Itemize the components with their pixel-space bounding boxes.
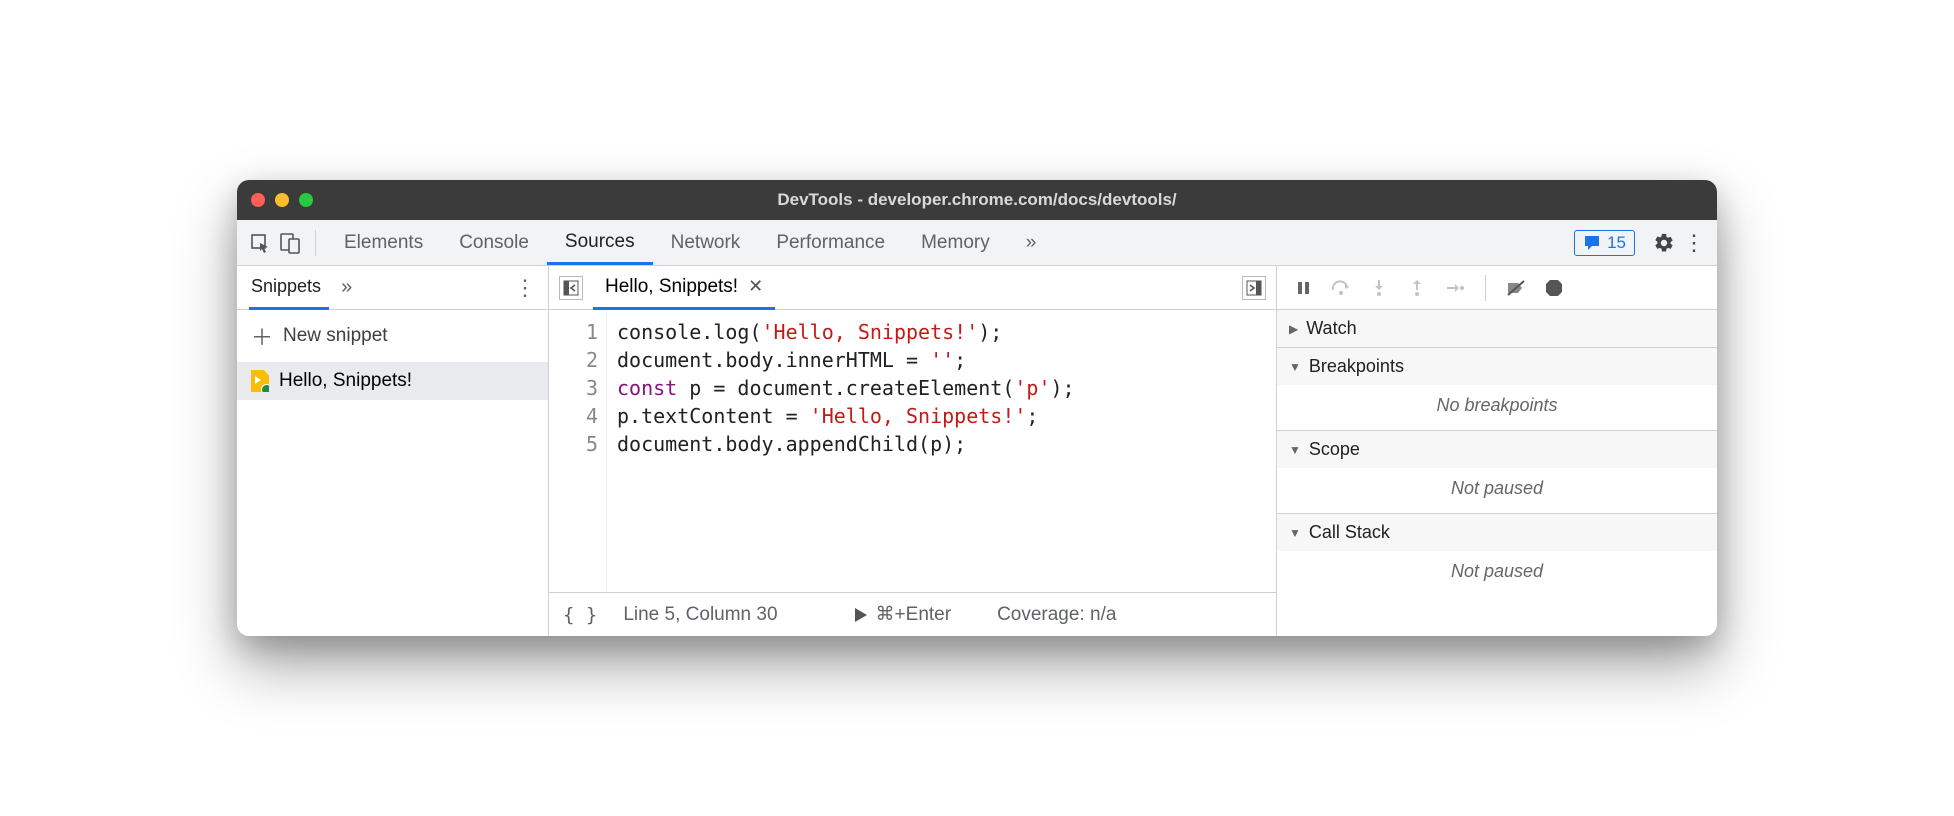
- code-content: console.log('Hello, Snippets!'); documen…: [607, 310, 1075, 592]
- tab-performance[interactable]: Performance: [758, 221, 903, 265]
- issues-icon: [1583, 234, 1601, 252]
- step-icon[interactable]: [1443, 276, 1467, 300]
- collapse-icon: ▼: [1289, 443, 1301, 457]
- editor-toolbar: Hello, Snippets! ✕: [549, 266, 1276, 310]
- traffic-lights: [251, 193, 313, 207]
- sources-panel: Snippets » ⋮ ＋ New snippet Hello, Snippe…: [237, 266, 1717, 636]
- scope-header[interactable]: ▼Scope: [1277, 431, 1717, 468]
- expand-icon: ▶: [1289, 322, 1298, 336]
- close-window-button[interactable]: [251, 193, 265, 207]
- snippet-file-icon: [251, 370, 269, 392]
- run-shortcut: ⌘+Enter: [876, 603, 952, 626]
- window-title: DevTools - developer.chrome.com/docs/dev…: [777, 190, 1176, 210]
- navigator-tabs: Snippets » ⋮: [237, 266, 548, 310]
- line-number: 5: [549, 430, 598, 458]
- tab-snippets[interactable]: Snippets: [249, 266, 329, 310]
- step-out-icon[interactable]: [1405, 276, 1429, 300]
- line-number: 4: [549, 402, 598, 430]
- code-editor[interactable]: 1 2 3 4 5 console.log('Hello, Snippets!'…: [549, 310, 1276, 592]
- tab-elements[interactable]: Elements: [326, 221, 441, 265]
- breakpoints-body: No breakpoints: [1277, 385, 1717, 430]
- callstack-section: ▼Call Stack Not paused: [1277, 514, 1717, 596]
- editor-file-tab[interactable]: Hello, Snippets! ✕: [593, 266, 775, 310]
- devtools-window: DevTools - developer.chrome.com/docs/dev…: [237, 180, 1717, 636]
- step-over-icon[interactable]: [1329, 276, 1353, 300]
- separator: [1485, 275, 1486, 301]
- panel-tabs: Elements Console Sources Network Perform…: [326, 221, 1054, 265]
- issues-button[interactable]: 15: [1574, 230, 1635, 256]
- more-navigator-tabs-icon[interactable]: »: [341, 276, 352, 299]
- line-gutter: 1 2 3 4 5: [549, 310, 607, 592]
- close-tab-icon[interactable]: ✕: [748, 276, 763, 297]
- watch-section: ▶Watch: [1277, 310, 1717, 348]
- tab-network[interactable]: Network: [653, 221, 759, 265]
- debugger-toolbar: [1277, 266, 1717, 310]
- more-tabs-icon[interactable]: »: [1008, 221, 1055, 265]
- callstack-header[interactable]: ▼Call Stack: [1277, 514, 1717, 551]
- separator: [315, 230, 316, 256]
- editor-file-name: Hello, Snippets!: [605, 276, 738, 298]
- inspect-element-icon[interactable]: [245, 228, 275, 258]
- issues-count: 15: [1607, 233, 1626, 253]
- breakpoints-header[interactable]: ▼Breakpoints: [1277, 348, 1717, 385]
- play-icon: [854, 607, 868, 623]
- toggle-device-toolbar-icon[interactable]: [275, 228, 305, 258]
- callstack-body: Not paused: [1277, 551, 1717, 596]
- coverage-status: Coverage: n/a: [997, 604, 1116, 626]
- tab-memory[interactable]: Memory: [903, 221, 1008, 265]
- new-snippet-label: New snippet: [283, 325, 388, 347]
- scope-body: Not paused: [1277, 468, 1717, 513]
- watch-header[interactable]: ▶Watch: [1277, 310, 1717, 347]
- main-toolbar: Elements Console Sources Network Perform…: [237, 220, 1717, 266]
- cursor-position: Line 5, Column 30: [623, 604, 777, 626]
- zoom-window-button[interactable]: [299, 193, 313, 207]
- navigator-more-icon[interactable]: ⋮: [514, 275, 536, 301]
- navigator-sidebar: Snippets » ⋮ ＋ New snippet Hello, Snippe…: [237, 266, 549, 636]
- more-options-icon[interactable]: ⋮: [1679, 228, 1709, 258]
- debugger-pane: ▶Watch ▼Breakpoints No breakpoints ▼Scop…: [1277, 266, 1717, 636]
- snippet-name: Hello, Snippets!: [279, 370, 412, 392]
- line-number: 3: [549, 374, 598, 402]
- editor-pane: Hello, Snippets! ✕ 1 2 3 4 5 console.log…: [549, 266, 1277, 636]
- editor-statusbar: { } Line 5, Column 30 ⌘+Enter Coverage: …: [549, 592, 1276, 636]
- snippet-list-item[interactable]: Hello, Snippets!: [237, 362, 548, 400]
- settings-icon[interactable]: [1649, 228, 1679, 258]
- tab-console[interactable]: Console: [441, 221, 547, 265]
- minimize-window-button[interactable]: [275, 193, 289, 207]
- collapse-icon: ▼: [1289, 360, 1301, 374]
- titlebar: DevTools - developer.chrome.com/docs/dev…: [237, 180, 1717, 220]
- scope-section: ▼Scope Not paused: [1277, 431, 1717, 514]
- pause-script-icon[interactable]: [1291, 276, 1315, 300]
- pause-on-exceptions-icon[interactable]: [1542, 276, 1566, 300]
- plus-icon: ＋: [251, 320, 273, 352]
- step-into-icon[interactable]: [1367, 276, 1391, 300]
- toggle-navigator-icon[interactable]: [559, 276, 583, 300]
- run-snippet-button[interactable]: ⌘+Enter: [854, 603, 952, 626]
- breakpoints-section: ▼Breakpoints No breakpoints: [1277, 348, 1717, 431]
- line-number: 2: [549, 346, 598, 374]
- collapse-icon: ▼: [1289, 526, 1301, 540]
- toggle-debugger-icon[interactable]: [1242, 276, 1266, 300]
- format-code-icon[interactable]: { }: [563, 604, 597, 626]
- deactivate-breakpoints-icon[interactable]: [1504, 276, 1528, 300]
- new-snippet-button[interactable]: ＋ New snippet: [237, 310, 548, 362]
- tab-sources[interactable]: Sources: [547, 221, 653, 265]
- line-number: 1: [549, 318, 598, 346]
